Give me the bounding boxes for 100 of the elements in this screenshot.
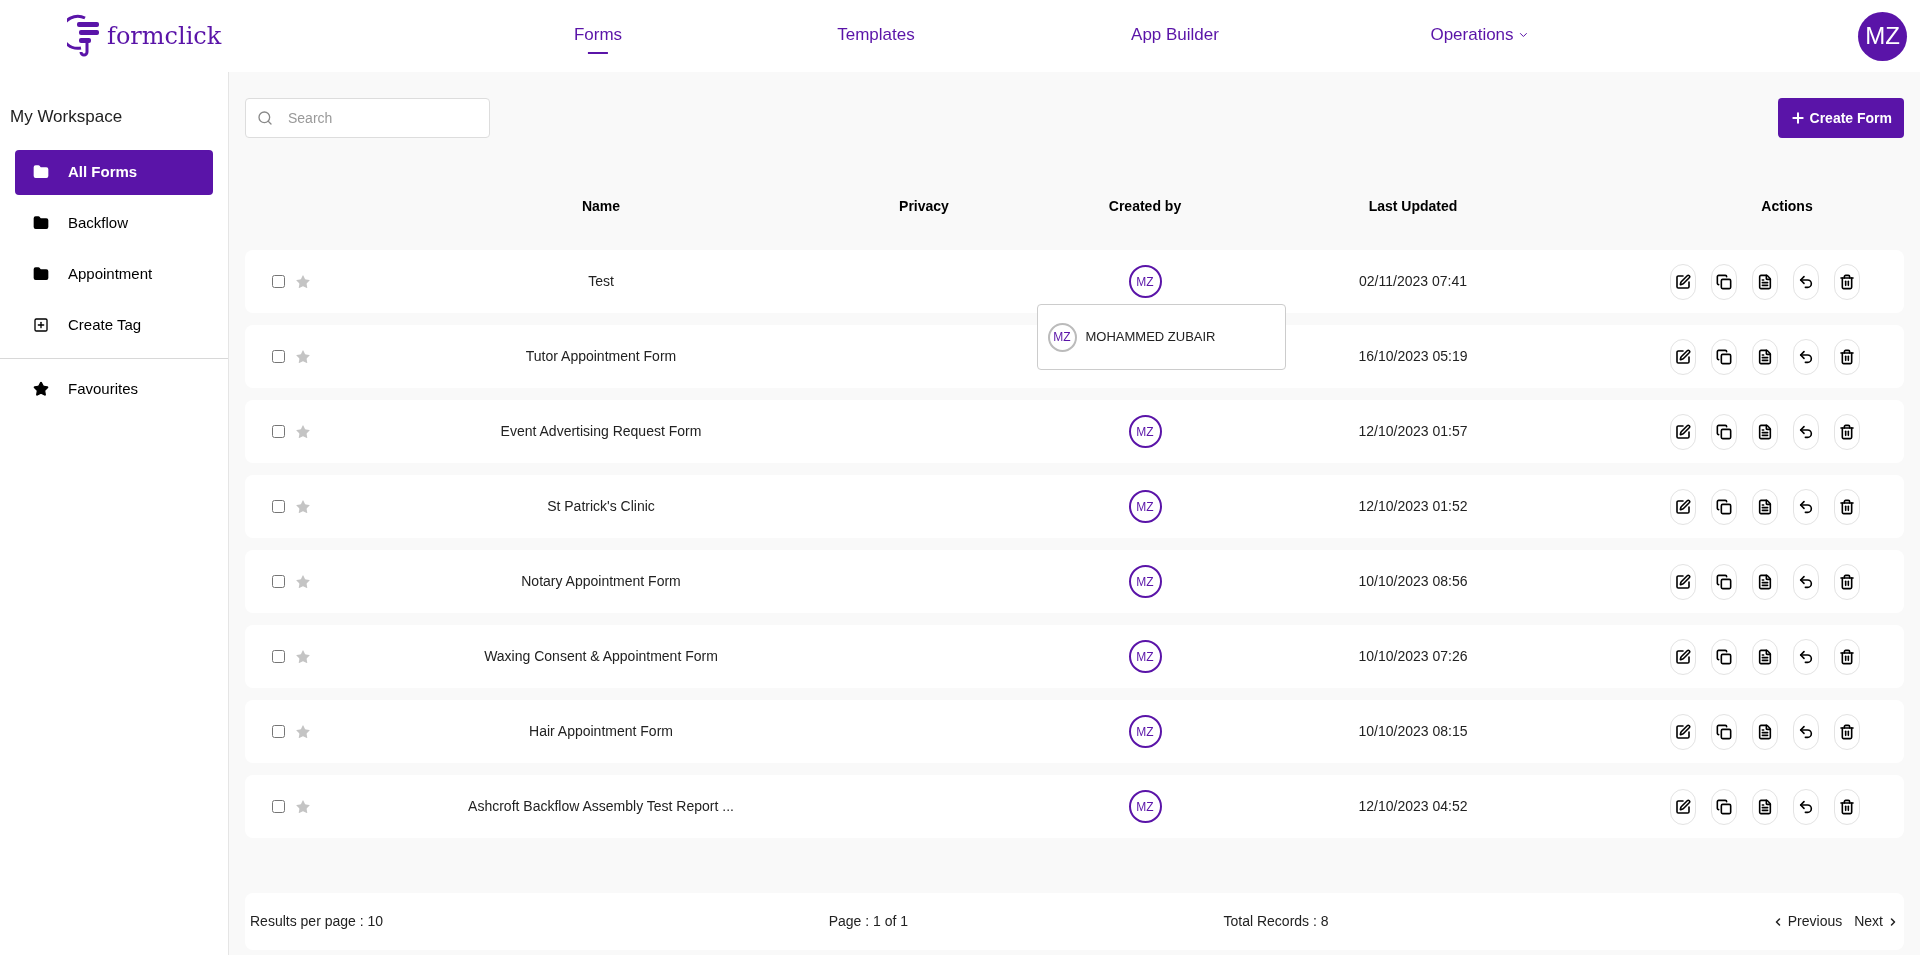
next-link[interactable]: Next xyxy=(1854,911,1899,932)
creator-avatar[interactable]: MZ xyxy=(1128,715,1162,748)
star-icon[interactable] xyxy=(294,573,311,590)
row-checkbox[interactable] xyxy=(272,275,285,288)
star-icon[interactable] xyxy=(294,723,311,740)
copy-button[interactable] xyxy=(1711,263,1737,300)
edit-button[interactable] xyxy=(1670,263,1696,300)
edit-button[interactable] xyxy=(1670,413,1696,450)
reply-button[interactable] xyxy=(1793,563,1819,600)
folder-icon xyxy=(33,164,49,180)
document-icon xyxy=(1757,798,1773,815)
edit-button[interactable] xyxy=(1670,713,1696,750)
form-row[interactable]: Waxing Consent & Appointment Form MZ 10/10/2023 07:26 xyxy=(245,625,1904,688)
copy-button[interactable] xyxy=(1711,638,1737,675)
reply-button[interactable] xyxy=(1793,713,1819,750)
form-row[interactable]: Ashcroft Backflow Assembly Test Report ... MZ 12/10/2023 04:52 xyxy=(245,775,1904,838)
copy-button[interactable] xyxy=(1711,488,1737,525)
last-updated: 10/10/2023 08:56 xyxy=(1358,572,1468,591)
creator-avatar[interactable]: MZ xyxy=(1128,490,1162,523)
last-updated: 12/10/2023 01:57 xyxy=(1358,422,1468,441)
delete-button[interactable] xyxy=(1834,638,1860,675)
delete-button[interactable] xyxy=(1834,338,1860,375)
document-button[interactable] xyxy=(1752,638,1778,675)
row-checkbox[interactable] xyxy=(272,725,285,738)
creator-avatar[interactable]: MZ xyxy=(1128,565,1162,598)
reply-icon xyxy=(1798,573,1814,590)
star-icon[interactable] xyxy=(294,798,311,815)
search-field[interactable]: Search xyxy=(245,98,490,138)
document-button[interactable] xyxy=(1752,788,1778,825)
reply-button[interactable] xyxy=(1793,638,1819,675)
form-row[interactable]: Notary Appointment Form MZ 10/10/2023 08:56 xyxy=(245,550,1904,613)
creator-avatar[interactable]: MZ xyxy=(1128,265,1162,298)
folder-icon xyxy=(33,215,49,231)
user-avatar[interactable]: MZ xyxy=(1858,11,1907,61)
edit-button[interactable] xyxy=(1670,788,1696,825)
reply-button[interactable] xyxy=(1793,338,1819,375)
previous-link[interactable]: Previous xyxy=(1771,911,1843,932)
edit-icon xyxy=(1675,348,1691,365)
form-row[interactable]: Hair Appointment Form MZ 10/10/2023 08:15 xyxy=(245,700,1904,763)
row-checkbox[interactable] xyxy=(272,800,285,813)
last-updated: 10/10/2023 08:15 xyxy=(1358,722,1468,741)
nav-link[interactable]: Templates xyxy=(837,22,915,54)
reply-button[interactable] xyxy=(1793,263,1819,300)
star-icon[interactable] xyxy=(294,273,311,290)
sidebar-item[interactable]: Create Tag xyxy=(15,302,213,348)
create-form-button[interactable]: Create Form xyxy=(1777,98,1904,138)
row-checkbox[interactable] xyxy=(272,500,285,513)
reply-button[interactable] xyxy=(1793,488,1819,525)
creator-avatar[interactable]: MZ xyxy=(1128,640,1162,673)
document-button[interactable] xyxy=(1752,488,1778,525)
edit-button[interactable] xyxy=(1670,338,1696,375)
form-row[interactable]: Event Advertising Request Form MZ 12/10/2023 01:57 xyxy=(245,400,1904,463)
reply-button[interactable] xyxy=(1793,788,1819,825)
document-button[interactable] xyxy=(1752,338,1778,375)
sidebar-item[interactable]: Backflow xyxy=(15,200,213,246)
document-button[interactable] xyxy=(1752,413,1778,450)
copy-button[interactable] xyxy=(1711,338,1737,375)
document-icon xyxy=(1757,423,1773,440)
sidebar-item[interactable]: Favourites xyxy=(15,366,213,412)
nav-link[interactable]: App Builder xyxy=(1131,22,1219,54)
reply-button[interactable] xyxy=(1793,413,1819,450)
sidebar-item[interactable]: Appointment xyxy=(15,251,213,297)
form-row[interactable]: St Patrick's Clinic MZ 12/10/2023 01:52 xyxy=(245,475,1904,538)
star-icon[interactable] xyxy=(294,648,311,665)
copy-button[interactable] xyxy=(1711,788,1737,825)
nav-link[interactable]: Forms xyxy=(573,22,623,54)
edit-button[interactable] xyxy=(1670,563,1696,600)
nav-link[interactable]: Operations xyxy=(1430,22,1530,54)
add-icon xyxy=(33,317,49,333)
row-checkbox[interactable] xyxy=(272,575,285,588)
copy-button[interactable] xyxy=(1711,413,1737,450)
edit-icon xyxy=(1675,273,1691,290)
delete-icon xyxy=(1839,573,1855,590)
row-checkbox[interactable] xyxy=(272,650,285,663)
delete-button[interactable] xyxy=(1834,488,1860,525)
delete-button[interactable] xyxy=(1834,413,1860,450)
copy-button[interactable] xyxy=(1711,713,1737,750)
creator-avatar[interactable]: MZ xyxy=(1128,790,1162,823)
delete-button[interactable] xyxy=(1834,713,1860,750)
edit-icon xyxy=(1675,573,1691,590)
delete-button[interactable] xyxy=(1834,563,1860,600)
star-icon[interactable] xyxy=(294,423,311,440)
document-button[interactable] xyxy=(1752,563,1778,600)
delete-button[interactable] xyxy=(1834,788,1860,825)
edit-button[interactable] xyxy=(1670,488,1696,525)
row-checkbox[interactable] xyxy=(272,425,285,438)
form-name: Ashcroft Backflow Assembly Test Report ... xyxy=(468,797,734,816)
star-icon[interactable] xyxy=(294,348,311,365)
document-button[interactable] xyxy=(1752,263,1778,300)
sidebar-item[interactable]: All Forms xyxy=(15,149,213,195)
delete-button[interactable] xyxy=(1834,263,1860,300)
creator-avatar[interactable]: MZ xyxy=(1128,415,1162,448)
edit-icon xyxy=(1675,648,1691,665)
creator-name: MOHAMMED ZUBAIR xyxy=(1085,328,1216,347)
document-button[interactable] xyxy=(1752,713,1778,750)
edit-icon xyxy=(1675,798,1691,815)
copy-button[interactable] xyxy=(1711,563,1737,600)
edit-button[interactable] xyxy=(1670,638,1696,675)
row-checkbox[interactable] xyxy=(272,350,285,363)
star-icon[interactable] xyxy=(294,498,311,515)
